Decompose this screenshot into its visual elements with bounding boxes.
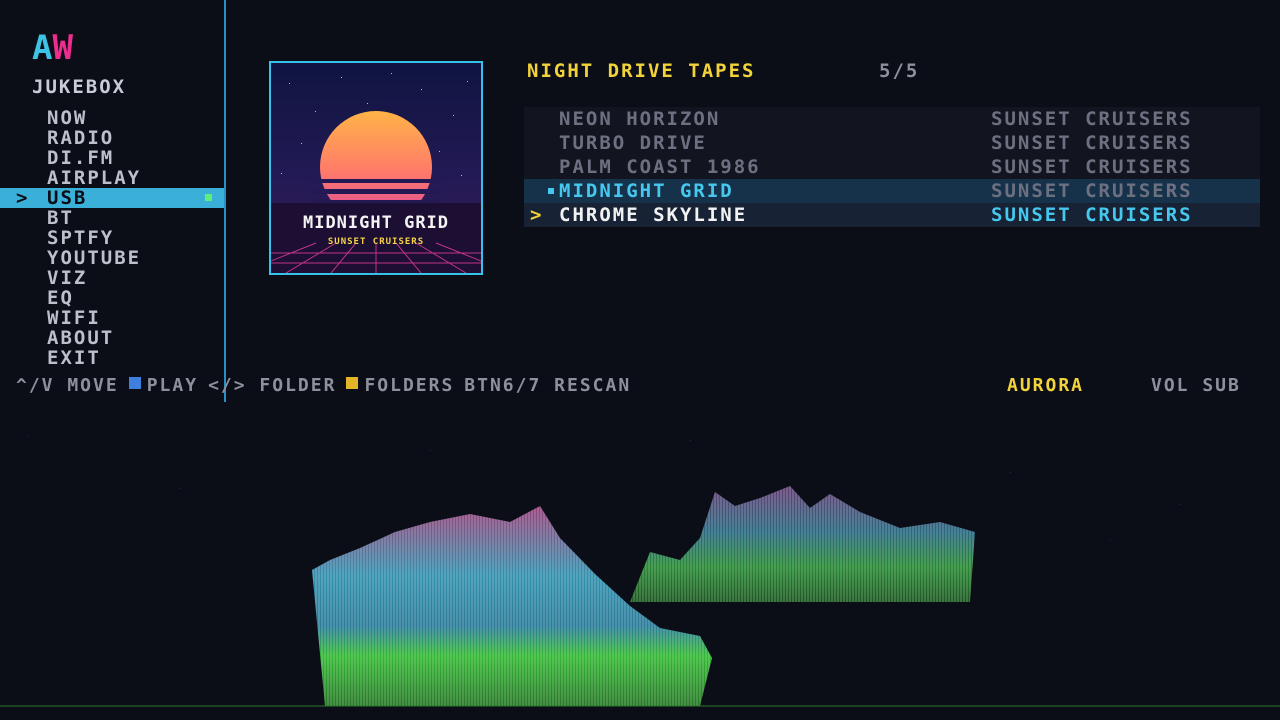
active-source-indicator [205, 194, 212, 201]
now-playing-icon [548, 188, 554, 194]
track-artist: SUNSET CRUISERS [991, 108, 1193, 130]
visualizer-name: AURORA [1007, 375, 1085, 396]
sidebar-item-label: EQ [47, 287, 74, 309]
sidebar-item-label: NOW [47, 107, 88, 129]
blue-button-icon [128, 377, 141, 389]
track-artist: SUNSET CRUISERS [991, 204, 1193, 226]
sidebar-item-label: ABOUT [47, 327, 115, 349]
control-hints: ^/V MOVE PLAY </> FOLDER FOLDERS BTN6/7 RESC… [16, 375, 641, 396]
sidebar-item-label: EXIT [47, 347, 101, 369]
logo-letter-w: W [52, 28, 73, 68]
hint-folders-label: FOLDERS [364, 375, 455, 396]
sidebar-item-exit[interactable]: EXIT [0, 348, 224, 368]
track-list: NEON HORIZON SUNSET CRUISERS TURBO DRIVE… [524, 107, 1260, 227]
track-row-playing[interactable]: MIDNIGHT GRID SUNSET CRUISERS [524, 179, 1260, 203]
track-title: TURBO DRIVE [559, 132, 707, 154]
app-logo: AW [32, 28, 73, 68]
sidebar-item-label: VIZ [47, 267, 88, 289]
sidebar-item-radio[interactable]: RADIO [0, 128, 224, 148]
hint-play-label: PLAY [146, 375, 199, 396]
track-title: CHROME SKYLINE [559, 204, 748, 226]
hint-rescan: BTN6/7 RESCAN [464, 375, 632, 396]
sidebar-item-label: YOUTUBE [47, 247, 142, 269]
track-row-selected[interactable]: > CHROME SKYLINE SUNSET CRUISERS [524, 203, 1260, 227]
sidebar-item-about[interactable]: ABOUT [0, 328, 224, 348]
sidebar-item-label: AIRPLAY [47, 167, 142, 189]
track-title: MIDNIGHT GRID [559, 180, 734, 202]
hint-folder: </> FOLDER [208, 375, 337, 396]
album-title: MIDNIGHT GRID [302, 213, 450, 233]
logo-letter-a: A [32, 28, 53, 68]
sidebar-item-now[interactable]: NOW [0, 108, 224, 128]
track-row[interactable]: NEON HORIZON SUNSET CRUISERS [524, 107, 1260, 131]
hint-folders: FOLDERS [346, 375, 454, 396]
track-row[interactable]: TURBO DRIVE SUNSET CRUISERS [524, 131, 1260, 155]
sidebar-item-bt[interactable]: BT [0, 208, 224, 228]
track-title: NEON HORIZON [559, 108, 721, 130]
chevron-right-icon: > [16, 187, 30, 209]
track-artist: SUNSET CRUISERS [991, 132, 1193, 154]
sidebar-item-wifi[interactable]: WIFI [0, 308, 224, 328]
sidebar-item-label: SPTFY [47, 227, 115, 249]
sidebar-item-label: BT [47, 207, 74, 229]
yellow-button-icon [346, 377, 359, 389]
sidebar-item-label: DI.FM [47, 147, 115, 169]
sidebar-item-label: WIFI [47, 307, 101, 329]
audio-visualizer [0, 435, 1280, 707]
sidebar-item-sptfy[interactable]: SPTFY [0, 228, 224, 248]
track-artist: SUNSET CRUISERS [991, 180, 1193, 202]
track-title: PALM COAST 1986 [559, 156, 761, 178]
sidebar-item-airplay[interactable]: AIRPLAY [0, 168, 224, 188]
sidebar-divider [224, 0, 226, 402]
sidebar-item-eq[interactable]: EQ [0, 288, 224, 308]
track-artist: SUNSET CRUISERS [991, 156, 1193, 178]
track-count: 5/5 [879, 60, 920, 82]
sidebar-item-label: USB [47, 187, 88, 209]
track-row[interactable]: PALM COAST 1986 SUNSET CRUISERS [524, 155, 1260, 179]
app-title: JUKEBOX [32, 76, 127, 98]
album-artist: SUNSET CRUISERS [327, 237, 425, 247]
sidebar-item-usb[interactable]: > USB [0, 188, 224, 208]
vol-sub-label: VOL SUB [1151, 375, 1241, 396]
chevron-right-icon: > [530, 204, 544, 226]
album-art: MIDNIGHT GRID SUNSET CRUISERS [269, 61, 483, 275]
playlist-title: NIGHT DRIVE TAPES [527, 60, 756, 82]
sidebar-item-viz[interactable]: VIZ [0, 268, 224, 288]
hint-play: PLAY [128, 375, 199, 396]
sidebar-item-label: RADIO [47, 127, 115, 149]
sidebar-item-youtube[interactable]: YOUTUBE [0, 248, 224, 268]
sidebar-menu: NOW RADIO DI.FM AIRPLAY > USB BT SPTFY Y… [0, 108, 224, 368]
sidebar-item-difm[interactable]: DI.FM [0, 148, 224, 168]
hint-move: ^/V MOVE [16, 375, 119, 396]
